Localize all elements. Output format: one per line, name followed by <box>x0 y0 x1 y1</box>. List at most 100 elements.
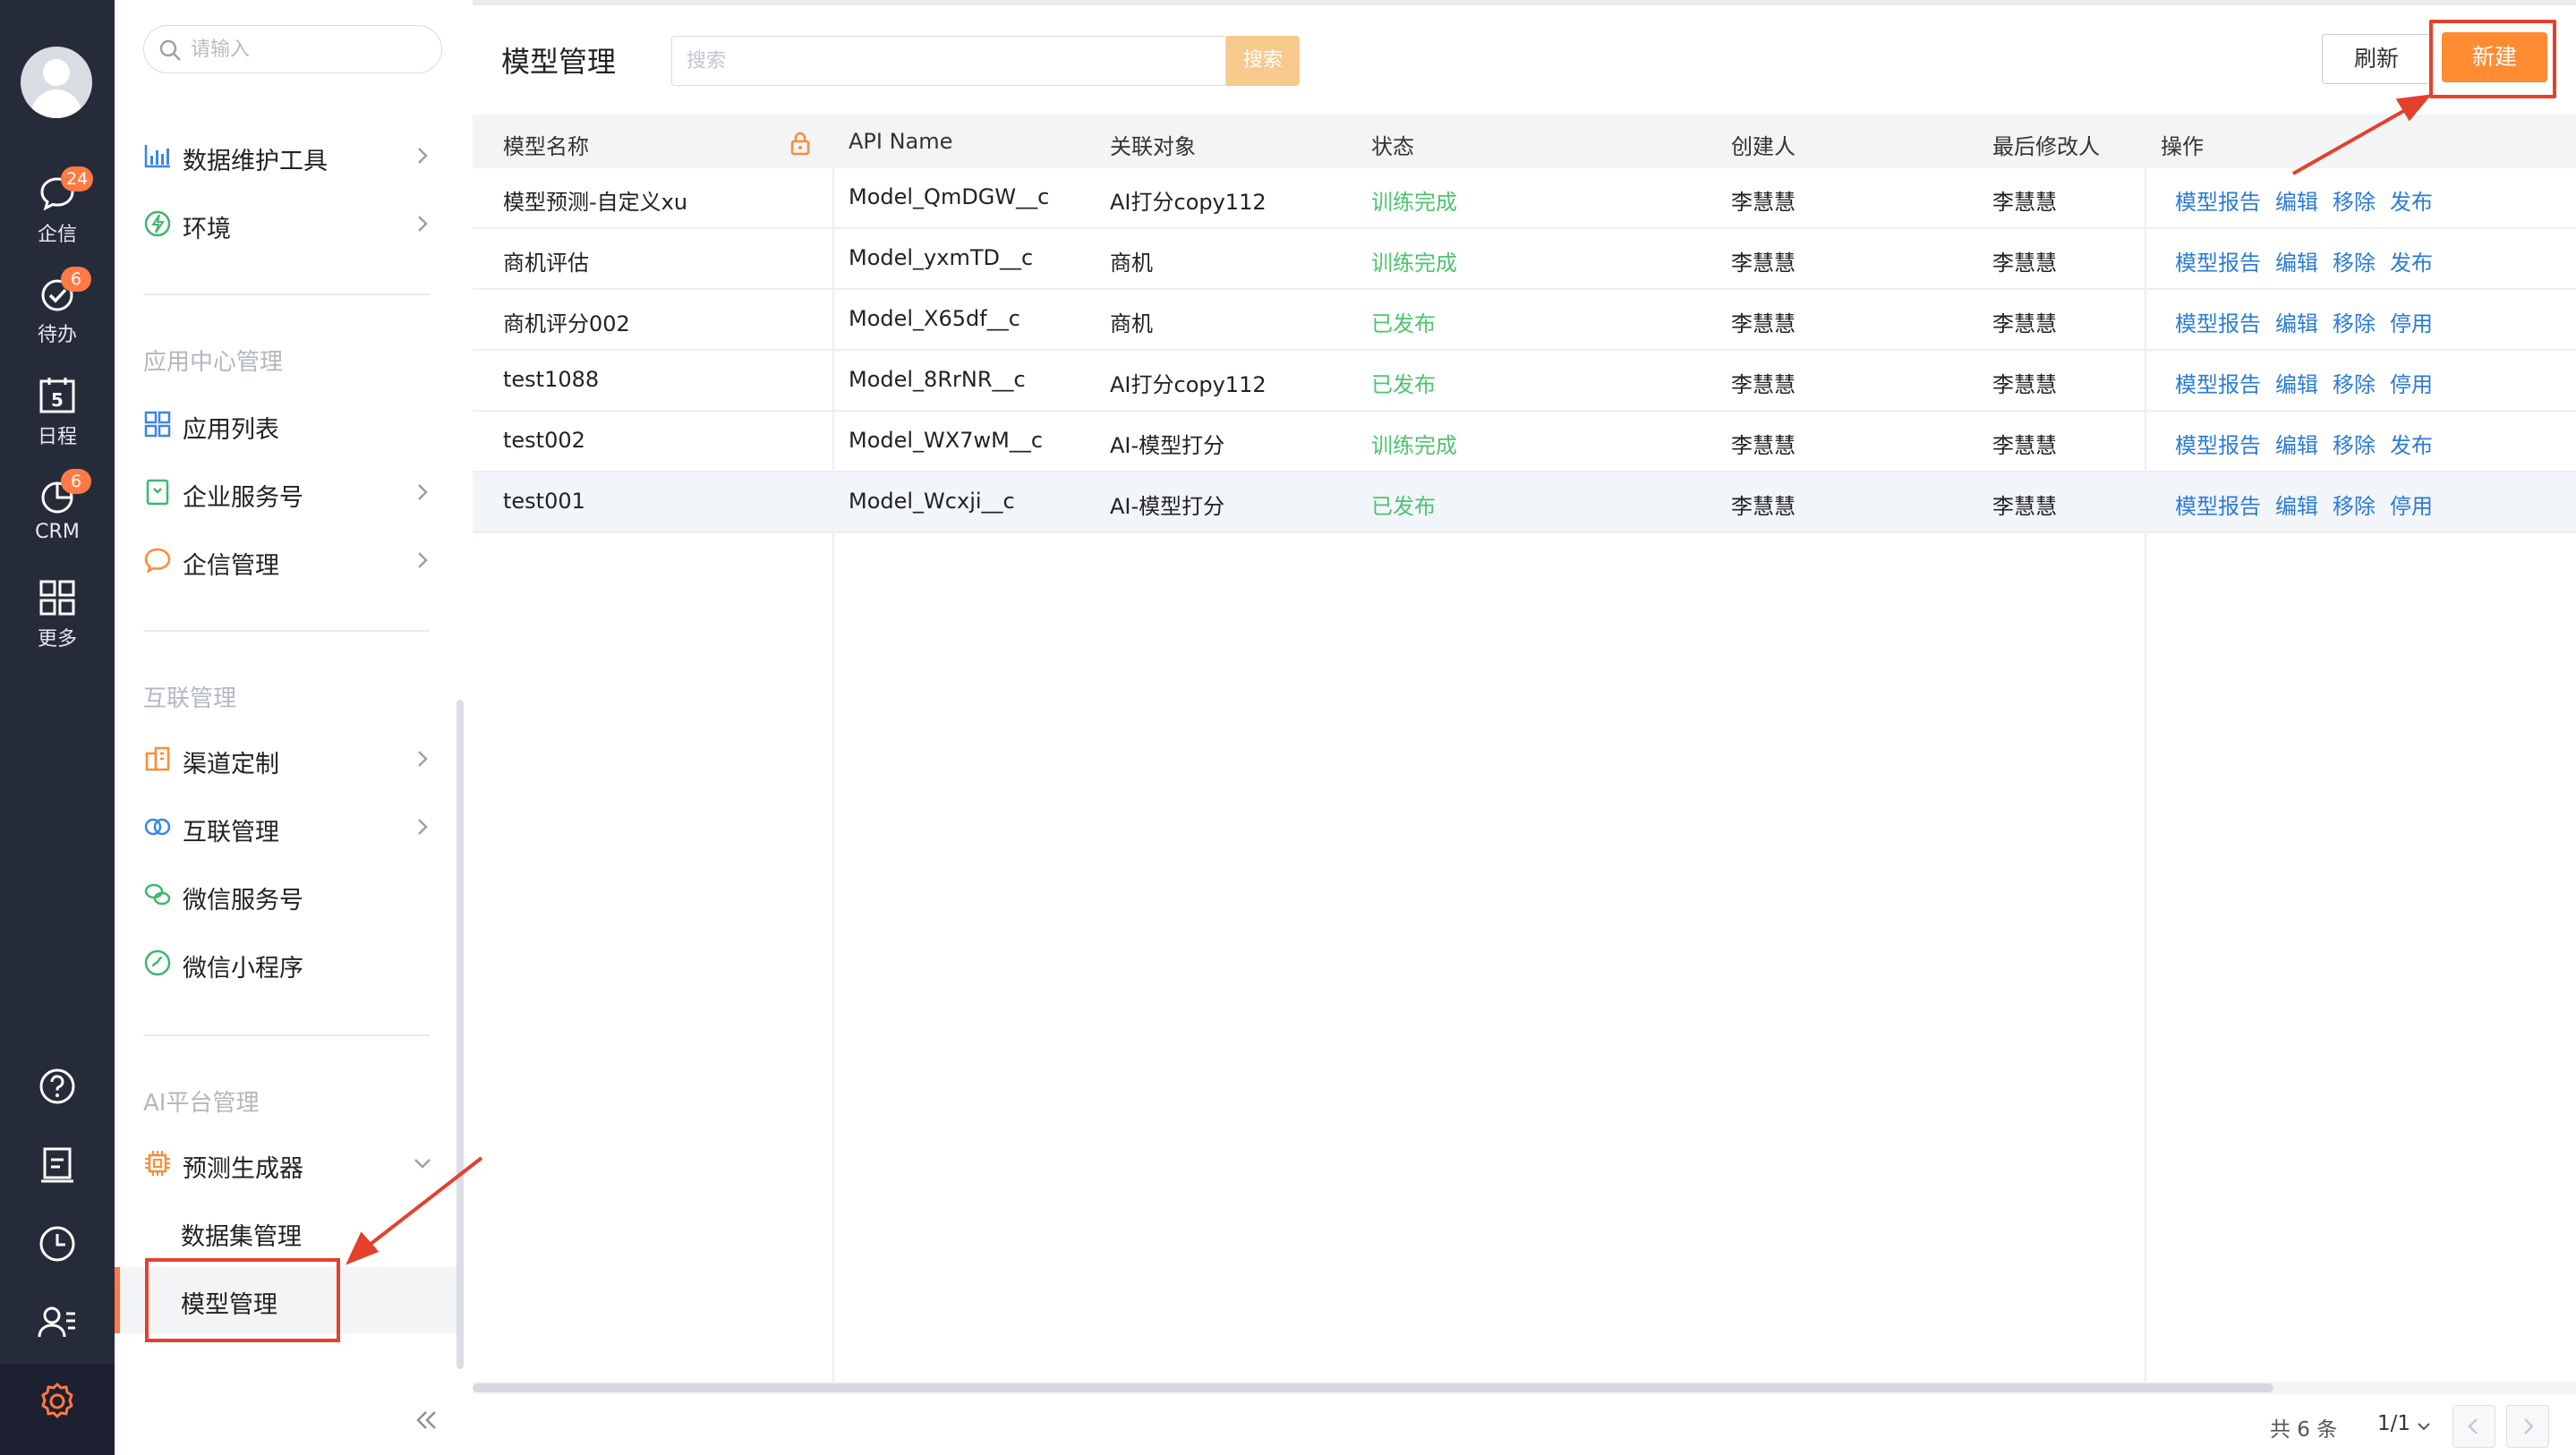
table-row[interactable]: test1088 Model_8RrNR__c AI打分copy112 已发布 李慧慧 李… <box>473 351 2576 412</box>
nav-item-data-tools[interactable]: 数据维护工具 <box>143 129 442 183</box>
remove-link[interactable]: 移除 <box>2333 367 2376 398</box>
section-title-interconnect: 互联管理 <box>143 685 237 712</box>
cell-model-name: test1088 <box>503 367 600 392</box>
table-row[interactable]: test001 Model_Wcxji__c AI-模型打分 已发布 李慧慧 李慧慧 模型报… <box>473 472 2576 533</box>
cell-model-name: test002 <box>503 428 585 453</box>
table-row[interactable]: 商机评估 Model_yxmTD__c 商机 训练完成 李慧慧 李慧慧 模型报告 编辑 移除 发布 <box>473 229 2576 290</box>
miniprogram-icon <box>144 949 171 976</box>
cell-object: AI打分copy112 <box>1110 372 1267 397</box>
nav-item-enterprise-service[interactable]: 企业服务号 <box>143 465 442 519</box>
model-search-field[interactable] <box>671 36 1226 86</box>
nav-item-interconnect[interactable]: 互联管理 <box>143 800 442 854</box>
column-header-object[interactable]: 关联对象 <box>1110 129 1196 160</box>
top-border <box>473 0 2576 5</box>
search-button[interactable]: 搜索 <box>1226 36 1300 86</box>
avatar[interactable] <box>21 47 92 118</box>
rail-item-crm[interactable]: 6 CRM <box>0 469 115 560</box>
chip-icon <box>145 1151 170 1176</box>
nav-item-label: 互联管理 <box>183 819 279 847</box>
prev-page-button[interactable] <box>2452 1405 2495 1448</box>
notebook-icon[interactable] <box>36 1144 79 1187</box>
refresh-button[interactable]: 刷新 <box>2322 34 2431 84</box>
collapse-sidebar-icon[interactable] <box>412 1405 442 1435</box>
rail-item-todo[interactable]: 6 待办 <box>0 267 115 358</box>
nav-item-channel[interactable]: 渠道定制 <box>143 732 442 786</box>
column-header-status[interactable]: 状态 <box>1371 129 1414 160</box>
lock-icon[interactable] <box>788 131 813 156</box>
table-row[interactable]: 商机评分002 Model_X65df__c 商机 已发布 李慧慧 李慧慧 模型报告 编辑 移除… <box>473 290 2576 351</box>
edit-link[interactable]: 编辑 <box>2275 367 2318 398</box>
cell-modifier: 李慧慧 <box>1992 433 2057 458</box>
publish-toggle-link[interactable]: 发布 <box>2390 184 2433 216</box>
publish-toggle-link[interactable]: 停用 <box>2390 489 2433 520</box>
cell-status: 已发布 <box>1371 494 1436 519</box>
report-link[interactable]: 模型报告 <box>2175 489 2261 520</box>
nav-item-wechat-service[interactable]: 微信服务号 <box>143 868 442 922</box>
cell-modifier: 李慧慧 <box>1992 494 2057 519</box>
contacts-icon[interactable] <box>36 1301 79 1344</box>
rail-item-messages[interactable]: 24 企信 <box>0 166 115 258</box>
cell-api-name: Model_WX7wM__c <box>849 428 1044 453</box>
edit-link[interactable]: 编辑 <box>2275 428 2318 459</box>
edit-link[interactable]: 编辑 <box>2275 184 2318 216</box>
rail-label: CRM <box>35 521 80 543</box>
report-link[interactable]: 模型报告 <box>2175 306 2261 337</box>
active-item-indicator <box>115 1267 120 1333</box>
column-header-api-name[interactable]: API Name <box>849 129 952 154</box>
sidebar-search-input[interactable] <box>191 35 423 64</box>
nav-subitem-dataset[interactable]: 数据集管理 <box>181 1217 302 1252</box>
remove-link[interactable]: 移除 <box>2333 245 2376 277</box>
remove-link[interactable]: 移除 <box>2333 306 2376 337</box>
settings-icon[interactable] <box>36 1380 79 1423</box>
sidebar-search[interactable] <box>143 25 442 73</box>
nav-item-label: 企业服务号 <box>183 484 303 512</box>
building-icon <box>145 746 170 771</box>
report-link[interactable]: 模型报告 <box>2175 428 2261 459</box>
nav-item-im-management[interactable]: 企信管理 <box>143 533 442 587</box>
nav-item-wechat-miniprogram[interactable]: 微信小程序 <box>143 936 442 990</box>
edit-link[interactable]: 编辑 <box>2275 245 2318 277</box>
sidebar-scrollbar[interactable] <box>456 700 464 1369</box>
table-header: 模型名称 API Name 关联对象 状态 创建人 最后修改人 操作 <box>473 115 2576 168</box>
horizontal-scrollbar[interactable] <box>473 1383 2273 1392</box>
clock-icon[interactable] <box>36 1222 79 1265</box>
page-selector[interactable]: 1/1 <box>2377 1412 2410 1435</box>
table-row[interactable]: test002 Model_WX7wM__c AI-模型打分 训练完成 李慧慧 李慧慧 模型… <box>473 412 2576 472</box>
remove-link[interactable]: 移除 <box>2333 428 2376 459</box>
publish-toggle-link[interactable]: 停用 <box>2390 306 2433 337</box>
help-icon[interactable] <box>36 1065 79 1108</box>
nav-item-label: 预测生成器 <box>183 1155 303 1183</box>
nav-item-label: 应用列表 <box>183 416 279 444</box>
edit-link[interactable]: 编辑 <box>2275 489 2318 520</box>
column-header-creator[interactable]: 创建人 <box>1731 129 1796 160</box>
edit-link[interactable]: 编辑 <box>2275 306 2318 337</box>
nav-item-predictor[interactable]: 预测生成器 <box>143 1136 442 1190</box>
cell-status: 训练完成 <box>1371 251 1457 276</box>
nav-item-environment[interactable]: 环境 <box>143 197 442 251</box>
rail-item-calendar[interactable]: 5 日程 <box>0 370 115 460</box>
publish-toggle-link[interactable]: 发布 <box>2390 245 2433 277</box>
publish-toggle-link[interactable]: 停用 <box>2390 367 2433 398</box>
chevron-right-icon <box>2524 1418 2534 1434</box>
report-link[interactable]: 模型报告 <box>2175 184 2261 216</box>
app-rail: 24 企信 6 待办 5 日程 6 CRM 更多 <box>0 0 115 1455</box>
chevron-right-icon <box>418 484 428 500</box>
chevron-right-icon <box>418 148 428 164</box>
nav-item-label: 数据维护工具 <box>183 148 328 175</box>
publish-toggle-link[interactable]: 发布 <box>2390 428 2433 459</box>
column-header-name[interactable]: 模型名称 <box>503 129 589 160</box>
remove-link[interactable]: 移除 <box>2333 489 2376 520</box>
next-page-button[interactable] <box>2506 1405 2549 1448</box>
model-search-input[interactable] <box>687 46 1188 76</box>
table-row[interactable]: 模型预测-自定义xu Model_QmDGW__c AI打分copy112 训练完成 李… <box>473 168 2576 229</box>
nav-item-app-list[interactable]: 应用列表 <box>143 397 442 451</box>
remove-link[interactable]: 移除 <box>2333 184 2376 216</box>
report-link[interactable]: 模型报告 <box>2175 367 2261 398</box>
cell-status: 训练完成 <box>1371 190 1457 215</box>
column-header-modifier[interactable]: 最后修改人 <box>1992 129 2100 160</box>
report-link[interactable]: 模型报告 <box>2175 245 2261 277</box>
rail-item-more[interactable]: 更多 <box>0 573 115 662</box>
cell-api-name: Model_QmDGW__c <box>849 184 1050 209</box>
sidebar-divider <box>143 294 430 295</box>
cell-creator: 李慧慧 <box>1731 372 1796 397</box>
